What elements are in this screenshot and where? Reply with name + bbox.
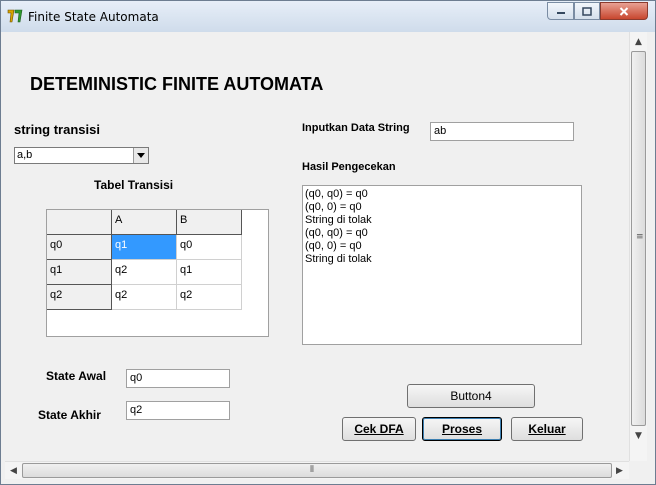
vertical-scroll-thumb[interactable]: ≡	[631, 51, 646, 426]
minimize-icon	[556, 12, 565, 14]
table-cell[interactable]: q2	[112, 285, 177, 310]
scroll-left-icon[interactable]: ◀	[6, 463, 21, 478]
title-bar[interactable]: Finite State Automata	[1, 1, 655, 32]
table-cell[interactable]: q1	[177, 260, 242, 285]
state-akhir-field[interactable]: q2	[126, 401, 230, 420]
proses-button[interactable]: Proses	[422, 417, 502, 441]
table-cell[interactable]: q2	[177, 285, 242, 310]
result-line: String di tolak	[305, 253, 372, 265]
table-row-header[interactable]: q2	[47, 285, 112, 310]
input-string-label: Inputkan Data String	[302, 122, 410, 134]
result-line: (q0, 0) = q0	[305, 240, 362, 252]
table-header-a[interactable]: A	[112, 210, 177, 235]
state-awal-label: State Awal	[46, 369, 107, 383]
table-cell[interactable]: q1	[112, 235, 177, 260]
chevron-down-icon[interactable]	[133, 148, 148, 163]
grip-icon: ≡	[636, 232, 644, 242]
table-row-header[interactable]: q1	[47, 260, 112, 285]
state-awal-field[interactable]: q0	[126, 369, 230, 388]
string-transisi-label: string transisi	[14, 122, 100, 137]
form-client-area: DETEMINISTIC FINITE AUTOMATA string tran…	[5, 32, 650, 478]
maximize-button[interactable]	[574, 2, 600, 20]
close-button[interactable]	[600, 2, 648, 20]
minimize-button[interactable]	[547, 2, 574, 20]
grip-icon: ⦀	[310, 465, 314, 475]
string-transisi-combo[interactable]: a,b	[14, 147, 149, 164]
transition-table[interactable]: A B q0 q1 q0 q1 q2 q1 q2 q2 q2	[46, 209, 269, 337]
table-row-header[interactable]: q0	[47, 235, 112, 260]
main-window: Finite State Automata DETEMINISTIC FINIT…	[0, 0, 656, 485]
table-header-b[interactable]: B	[177, 210, 242, 235]
scroll-down-icon[interactable]: ▼	[631, 428, 646, 443]
cek-dfa-button[interactable]: Cek DFA	[342, 417, 416, 441]
hasil-pengecekan-label: Hasil Pengecekan	[302, 161, 396, 173]
input-string-field[interactable]: ab	[430, 122, 574, 141]
result-line: (q0, 0) = q0	[305, 201, 362, 213]
maximize-icon	[582, 6, 592, 16]
table-cell[interactable]: q2	[112, 260, 177, 285]
horizontal-scroll-thumb[interactable]: ⦀	[22, 463, 612, 478]
vertical-scrollbar[interactable]: ▲ ≡ ▼	[629, 32, 647, 461]
table-cell[interactable]: q0	[177, 235, 242, 260]
window-title: Finite State Automata	[28, 10, 159, 24]
result-line: (q0, q0) = q0	[305, 227, 368, 239]
state-akhir-label: State Akhir	[38, 408, 101, 422]
scroll-right-icon[interactable]: ▶	[612, 463, 627, 478]
keluar-button[interactable]: Keluar	[511, 417, 583, 441]
window-controls	[547, 2, 649, 21]
button4-button[interactable]: Button4	[407, 384, 535, 408]
result-line: String di tolak	[305, 214, 372, 226]
app-logo-icon	[7, 9, 23, 23]
horizontal-scrollbar[interactable]: ◀ ⦀ ▶	[5, 461, 629, 479]
page-title: DETEMINISTIC FINITE AUTOMATA	[30, 74, 324, 94]
tabel-transisi-label: Tabel Transisi	[94, 178, 174, 192]
scroll-up-icon[interactable]: ▲	[631, 34, 646, 49]
close-icon	[619, 6, 629, 16]
result-memo[interactable]: (q0, q0) = q0 (q0, 0) = q0 String di tol…	[302, 185, 582, 345]
combo-value: a,b	[17, 149, 33, 161]
table-corner-cell	[47, 210, 112, 235]
result-line: (q0, q0) = q0	[305, 188, 368, 200]
